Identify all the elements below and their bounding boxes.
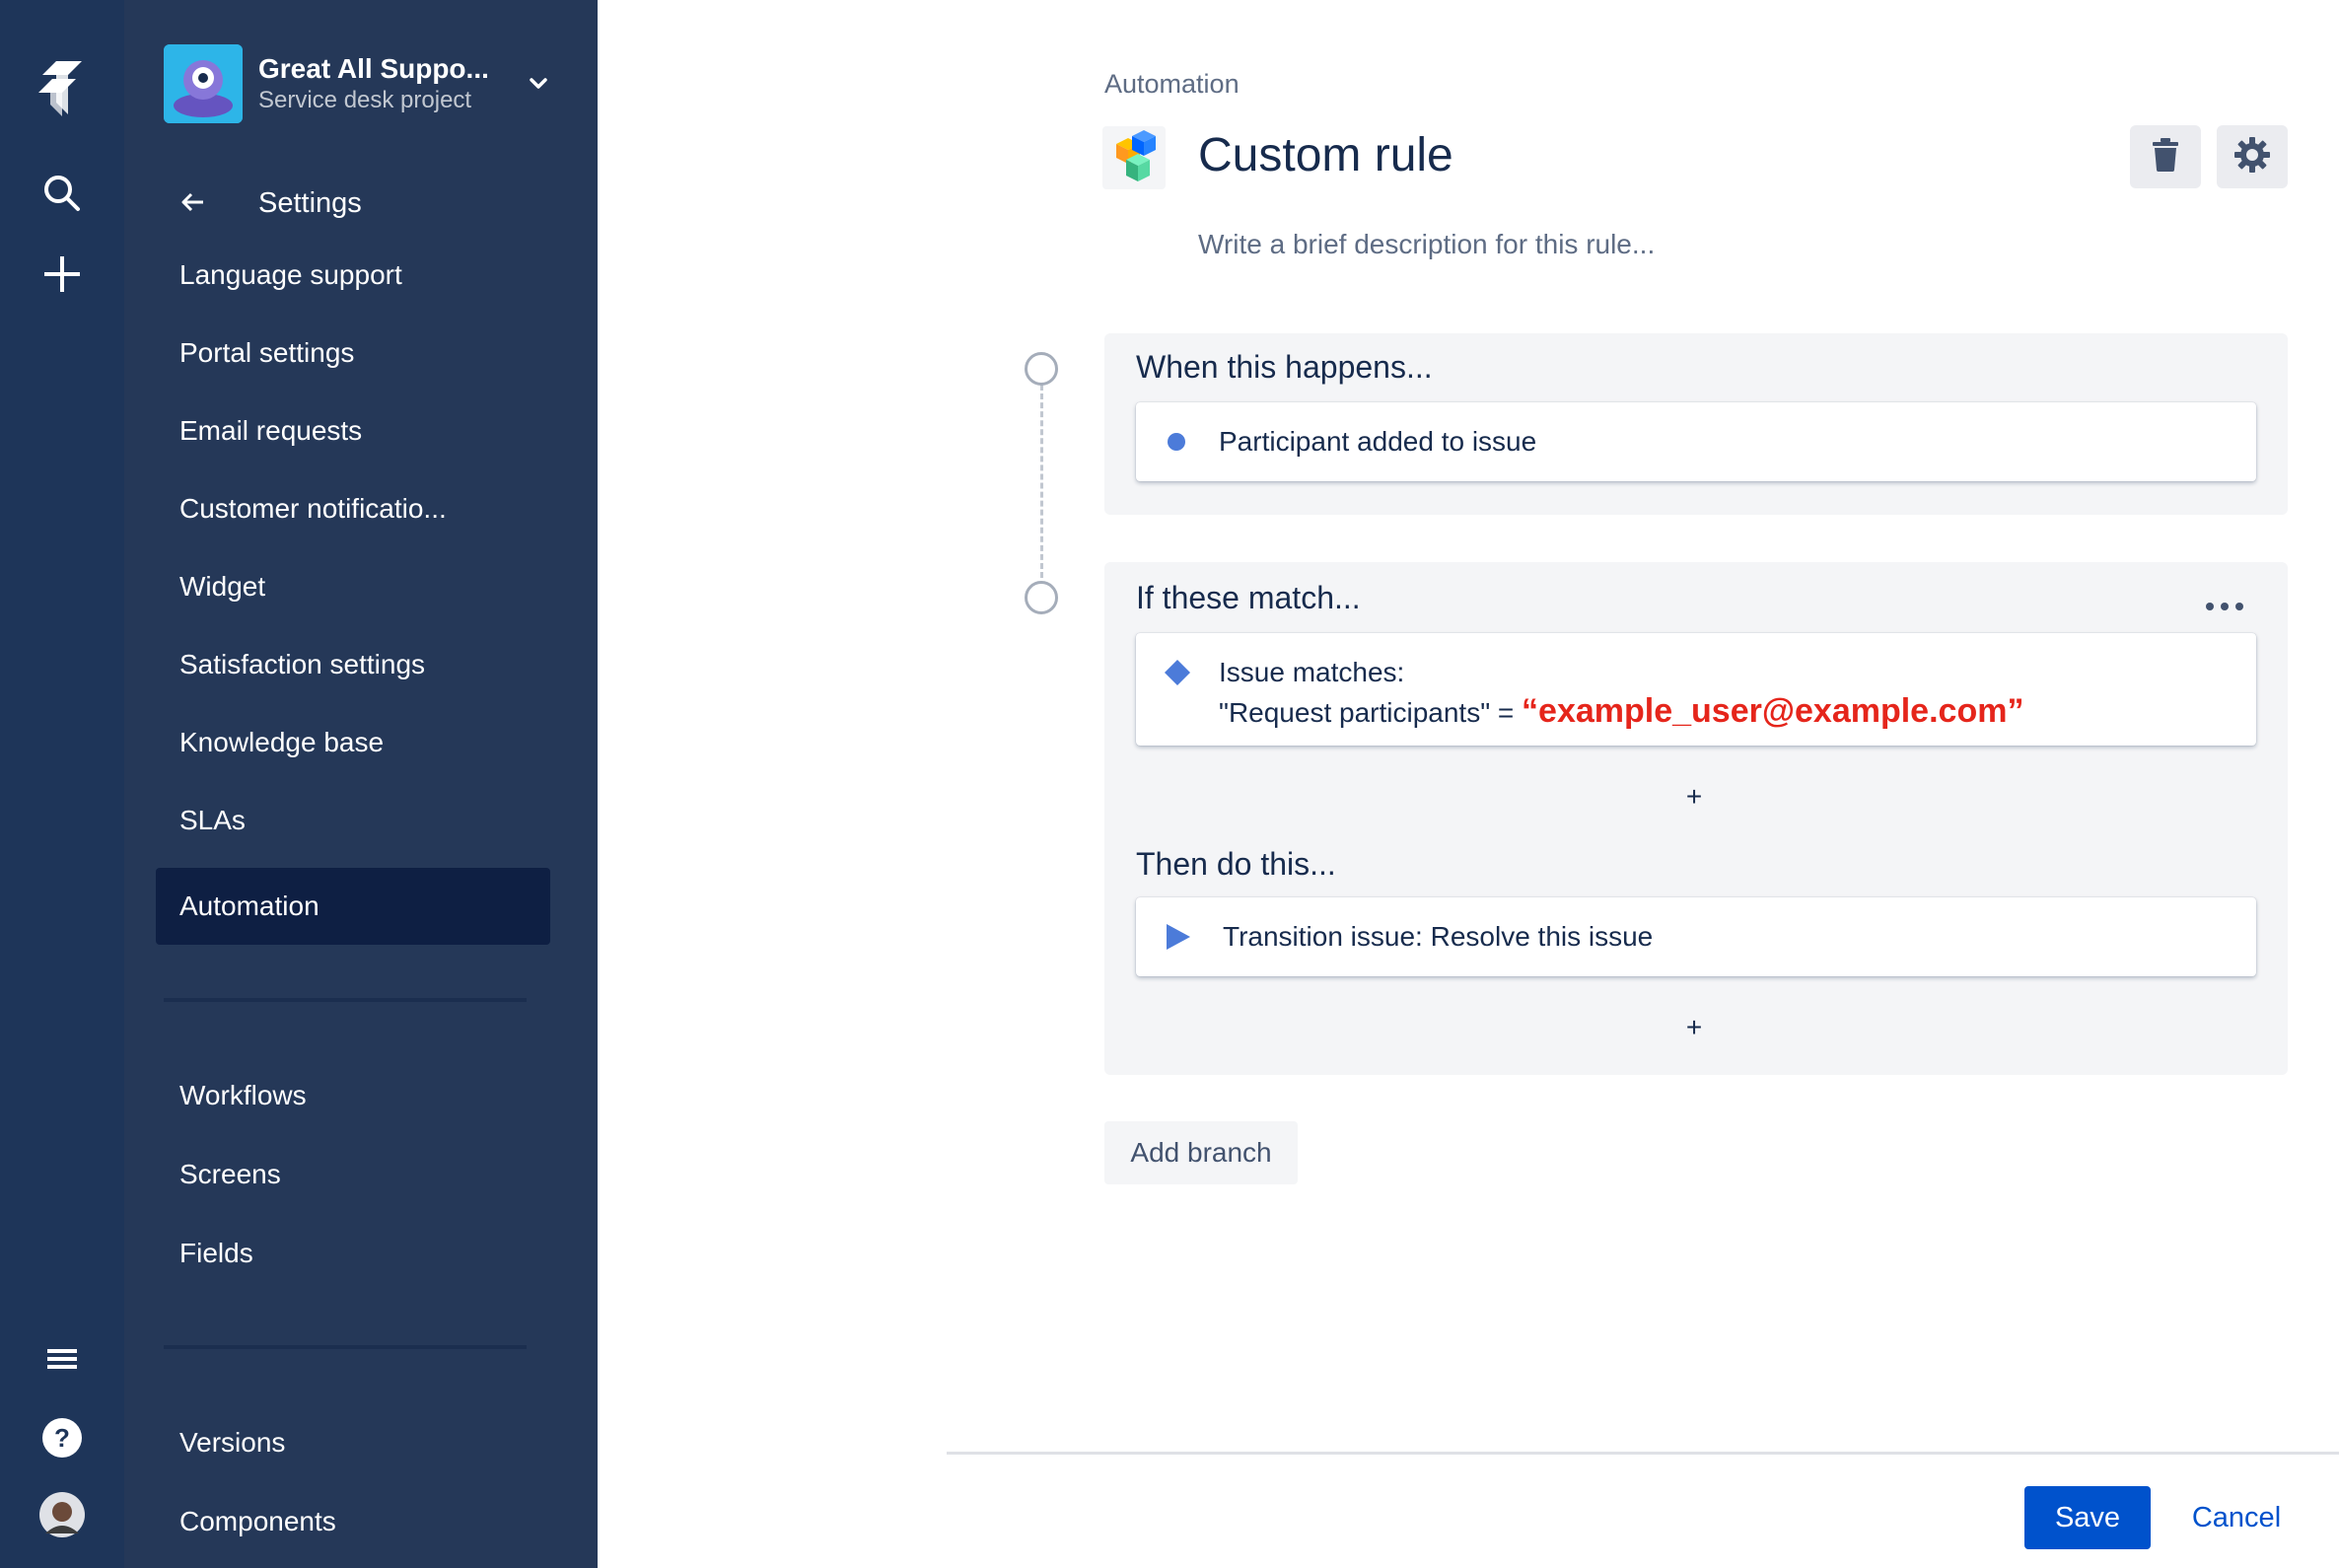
rule-description-input[interactable]: Write a brief description for this rule.… [1198,229,1655,260]
cube-rule-icon [1102,126,1166,189]
sidebar-item-customer-notifications[interactable]: Customer notificatio... [156,470,550,547]
create-plus-icon[interactable] [0,250,124,298]
condition-heading: If these match... [1136,580,1361,615]
rule-settings-button[interactable] [2217,125,2288,188]
sidebar-item-automation[interactable]: Automation [156,868,550,945]
sidebar-item-satisfaction-settings[interactable]: Satisfaction settings [156,626,550,703]
sidebar-item-slas[interactable]: SLAs [156,782,550,859]
project-type: Service desk project [258,87,472,113]
condition-card[interactable]: Issue matches: "Request participants" = … [1136,633,2256,746]
play-triangle-icon [1166,923,1191,956]
sidebar-item-fields[interactable]: Fields [156,1215,550,1292]
breadcrumb[interactable]: Automation [1104,69,1240,100]
jira-logo-icon[interactable] [0,57,124,120]
trigger-dot-icon [1168,433,1185,456]
condition-diamond-icon [1164,659,1191,691]
back-to-settings[interactable]: Settings [181,179,362,227]
sidebar-item-screens[interactable]: Screens [156,1136,550,1213]
condition-value-highlight: “example_user@example.com” [1522,692,2024,730]
sidebar-item-portal-settings[interactable]: Portal settings [156,315,550,392]
search-icon[interactable] [0,170,124,217]
condition-field: "Request participants" = [1219,697,1523,728]
trigger-panel: When this happens... Participant added t… [1104,333,2288,515]
trigger-text: Participant added to issue [1219,426,1537,457]
user-avatar[interactable] [0,1491,124,1538]
more-options-button[interactable] [2197,588,2252,627]
arrow-left-icon [181,187,217,219]
action-heading: Then do this... [1136,846,1336,882]
add-condition-button[interactable]: + [1674,777,1714,817]
settings-label: Settings [258,186,362,219]
sidebar-item-language-support[interactable]: Language support [156,237,550,314]
trigger-card[interactable]: Participant added to issue [1136,402,2256,481]
chevron-down-icon[interactable] [519,64,558,104]
page-title[interactable]: Custom rule [1198,128,1453,182]
sidebar-item-knowledge-base[interactable]: Knowledge base [156,704,550,781]
project-switcher[interactable]: Great All Suppo... Service desk project [164,43,558,124]
sidebar-item-widget[interactable]: Widget [156,548,550,625]
trigger-heading: When this happens... [1136,349,1433,385]
global-nav: ? [0,0,124,1568]
gear-icon [2233,136,2271,178]
sidebar-divider [164,1345,527,1349]
condition-panel: If these match... Issue matches: "Reques… [1104,562,2288,1075]
project-sidebar: Great All Suppo... Service desk project … [124,0,598,1568]
sidebar-item-versions[interactable]: Versions [156,1404,550,1481]
timeline-connector [1040,385,1043,578]
save-button[interactable]: Save [2024,1486,2151,1549]
delete-button[interactable] [2130,125,2201,188]
help-icon[interactable]: ? [0,1416,124,1460]
timeline-node-condition [1025,581,1058,614]
menu-icon[interactable] [0,1341,124,1377]
project-avatar [164,44,243,123]
svg-text:?: ? [54,1423,70,1453]
action-text: Transition issue: Resolve this issue [1223,921,1654,952]
action-card[interactable]: Transition issue: Resolve this issue [1136,897,2256,976]
more-horizontal-icon [2205,599,2244,616]
condition-line-2: "Request participants" = “example_user@e… [1219,692,2023,731]
sidebar-item-components[interactable]: Components [156,1483,550,1560]
footer-divider [947,1452,2339,1455]
trash-icon [2151,137,2180,177]
sidebar-item-workflows[interactable]: Workflows [156,1057,550,1134]
sidebar-divider [164,998,527,1002]
condition-line-1: Issue matches: [1219,657,1405,687]
add-branch-button[interactable]: Add branch [1104,1121,1298,1184]
project-name: Great All Suppo... [258,53,489,84]
main-content: Automation Custom rule Write a brief des… [598,0,2339,1568]
cancel-button[interactable]: Cancel [2169,1486,2304,1549]
timeline-node-trigger [1025,352,1058,386]
add-action-button[interactable]: + [1674,1008,1714,1047]
sidebar-item-email-requests[interactable]: Email requests [156,392,550,469]
